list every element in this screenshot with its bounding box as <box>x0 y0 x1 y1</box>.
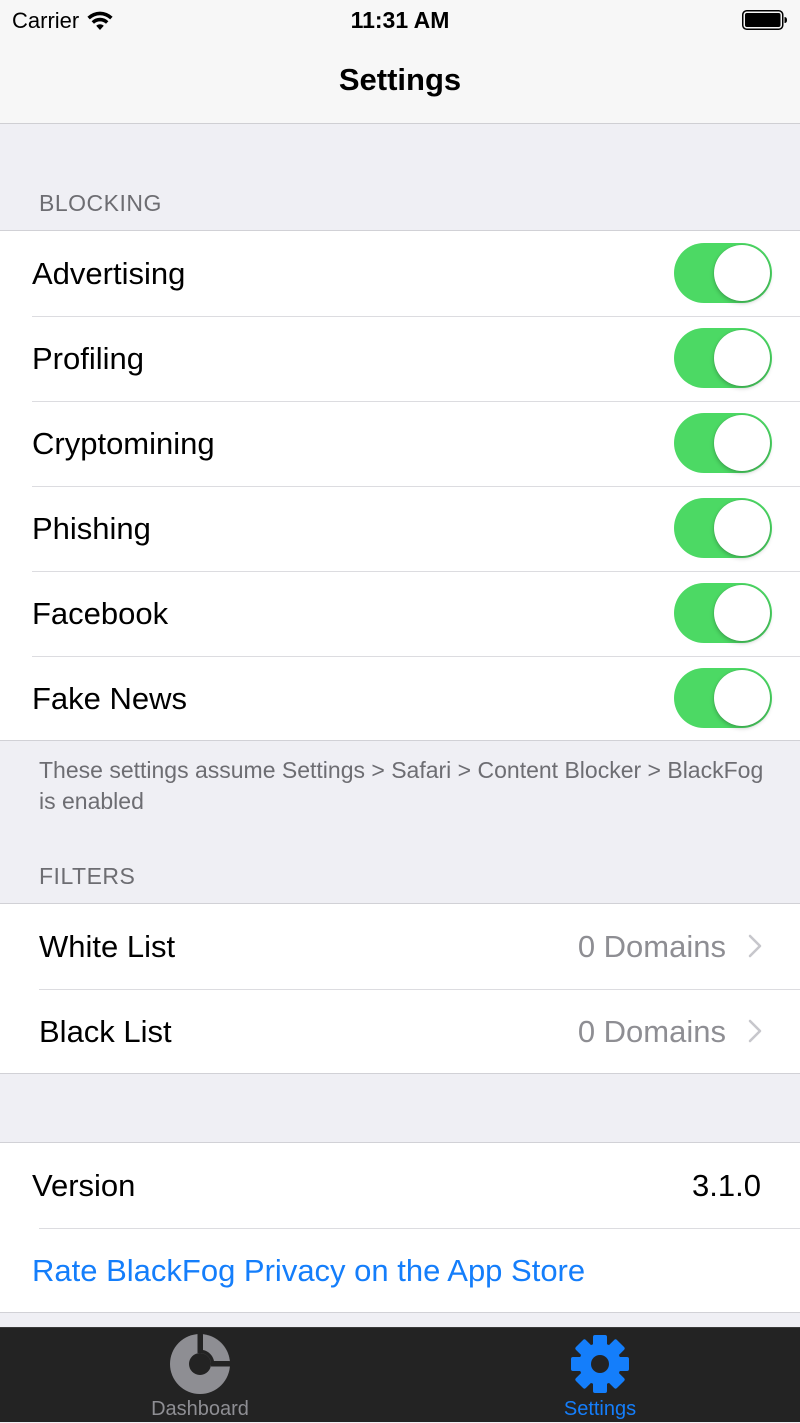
black-list-label: Black List <box>39 1014 172 1049</box>
tab-settings[interactable]: Settings <box>400 1328 800 1423</box>
profiling-toggle[interactable] <box>674 328 772 388</box>
navigation-bar: Settings <box>0 40 800 124</box>
blocking-section-header: BLOCKING <box>39 190 162 216</box>
facebook-label: Facebook <box>32 596 169 631</box>
toggle-knob <box>714 500 770 556</box>
tab-bar: Dashboard Settings <box>0 1327 800 1422</box>
blocking-row-fake-news: Fake News <box>0 656 800 741</box>
battery-icon <box>742 10 787 30</box>
tab-settings-label: Settings <box>563 1398 637 1420</box>
status-bar: Carrier 11:31 AM <box>0 0 800 40</box>
blocking-row-cryptomining: Cryptomining <box>0 401 800 486</box>
toggle-knob <box>714 330 770 386</box>
blocking-section-footer: These settings assume Settings > Safari … <box>39 757 764 814</box>
chevron-right-icon <box>748 934 762 958</box>
blocking-row-profiling: Profiling <box>0 316 800 401</box>
dashboard-icon <box>170 1334 230 1394</box>
phishing-toggle[interactable] <box>674 498 772 558</box>
info-group: Version 3.1.0 Rate BlackFog Privacy on t… <box>0 1142 800 1313</box>
advertising-label: Advertising <box>32 256 186 291</box>
advertising-toggle[interactable] <box>674 243 772 303</box>
white-list-count: 0 Domains <box>577 929 726 964</box>
cryptomining-toggle[interactable] <box>674 413 772 473</box>
black-list-count: 0 Domains <box>577 1014 726 1049</box>
phishing-label: Phishing <box>32 511 151 546</box>
toggle-knob <box>714 415 770 471</box>
cryptomining-label: Cryptomining <box>32 426 215 461</box>
filters-group: White List 0 Domains Black List 0 Domain… <box>0 903 800 1074</box>
version-row: Version 3.1.0 <box>0 1143 800 1228</box>
toggle-knob <box>714 245 770 301</box>
toggle-knob <box>714 670 770 726</box>
page-title: Settings <box>338 62 462 97</box>
rate-app-link[interactable]: Rate BlackFog Privacy on the App Store <box>32 1228 585 1313</box>
rate-app-row[interactable]: Rate BlackFog Privacy on the App Store <box>0 1228 800 1313</box>
fake-news-toggle[interactable] <box>674 668 772 728</box>
white-list-label: White List <box>39 929 176 964</box>
blocking-group: Advertising Profiling Cryptomining Phish… <box>0 230 800 741</box>
profiling-label: Profiling <box>32 341 144 376</box>
facebook-toggle[interactable] <box>674 583 772 643</box>
black-list-row[interactable]: Black List 0 Domains <box>0 989 800 1074</box>
tab-dashboard-label: Dashboard <box>151 1398 249 1420</box>
blocking-row-advertising: Advertising <box>0 231 800 316</box>
version-value: 3.1.0 <box>692 1168 761 1203</box>
blocking-row-phishing: Phishing <box>0 486 800 571</box>
blocking-row-facebook: Facebook <box>0 571 800 656</box>
white-list-row[interactable]: White List 0 Domains <box>0 904 800 989</box>
filters-section-header: FILTERS <box>39 863 136 889</box>
fake-news-label: Fake News <box>32 681 188 716</box>
version-label: Version <box>32 1168 136 1203</box>
gear-icon <box>571 1335 629 1393</box>
status-time: 11:31 AM <box>350 7 450 33</box>
toggle-knob <box>714 585 770 641</box>
chevron-right-icon <box>748 1019 762 1043</box>
tab-dashboard[interactable]: Dashboard <box>0 1328 400 1423</box>
